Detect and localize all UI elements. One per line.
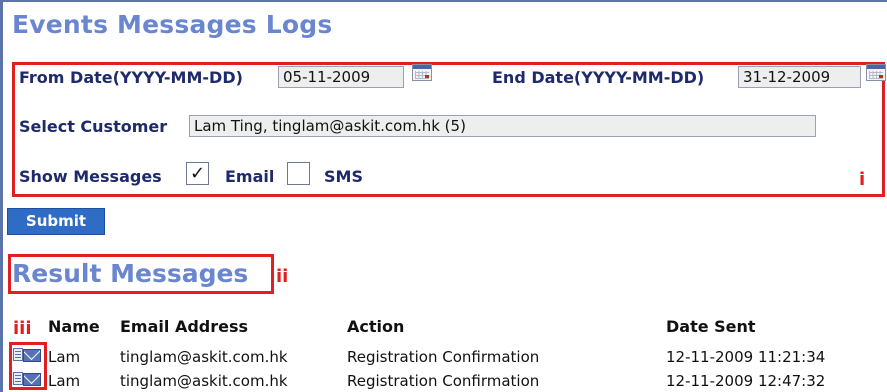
row-1-date-sent: 12-11-2009 11:21:34 — [666, 348, 826, 366]
row-1-email: tinglam@askit.com.hk — [120, 348, 288, 366]
customer-select[interactable]: Lam Ting, tinglam@askit.com.hk (5) — [189, 115, 816, 137]
sms-label: SMS — [324, 167, 363, 186]
page-title: Events Messages Logs — [12, 10, 333, 39]
submit-button[interactable]: Submit — [7, 208, 105, 235]
from-date-label: From Date(YYYY-MM-DD) — [19, 68, 243, 87]
mail-icon[interactable] — [13, 347, 42, 363]
column-header-date-sent: Date Sent — [666, 317, 756, 336]
end-date-input[interactable]: 31-12-2009 — [738, 66, 861, 88]
email-checkbox[interactable]: ✓ — [186, 162, 209, 185]
row-2-date-sent: 12-11-2009 12:47:32 — [666, 372, 826, 390]
from-date-calendar-icon[interactable] — [412, 64, 432, 81]
row-1-name: Lam — [48, 348, 81, 366]
end-date-label: End Date(YYYY-MM-DD) — [492, 68, 705, 87]
sms-checkbox[interactable] — [287, 162, 310, 185]
row-1-action: Registration Confirmation — [347, 348, 540, 366]
select-customer-label: Select Customer — [19, 117, 168, 136]
annotation-iii: iii — [13, 318, 32, 339]
show-messages-label: Show Messages — [19, 167, 162, 186]
email-label: Email — [225, 167, 275, 186]
mail-icon[interactable] — [13, 371, 42, 387]
end-date-calendar-icon[interactable] — [866, 64, 886, 81]
row-2-email: tinglam@askit.com.hk — [120, 372, 288, 390]
row-2-name: Lam — [48, 372, 81, 390]
window-left-border — [0, 0, 3, 392]
column-header-name: Name — [48, 317, 100, 336]
from-date-input[interactable]: 05-11-2009 — [278, 66, 404, 88]
annotation-ii: ii — [276, 266, 289, 287]
window-top-border — [0, 0, 887, 2]
row-2-action: Registration Confirmation — [347, 372, 540, 390]
column-header-email: Email Address — [120, 317, 249, 336]
column-header-action: Action — [347, 317, 405, 336]
results-title: Result Messages — [12, 259, 249, 288]
annotation-i: i — [859, 169, 866, 190]
